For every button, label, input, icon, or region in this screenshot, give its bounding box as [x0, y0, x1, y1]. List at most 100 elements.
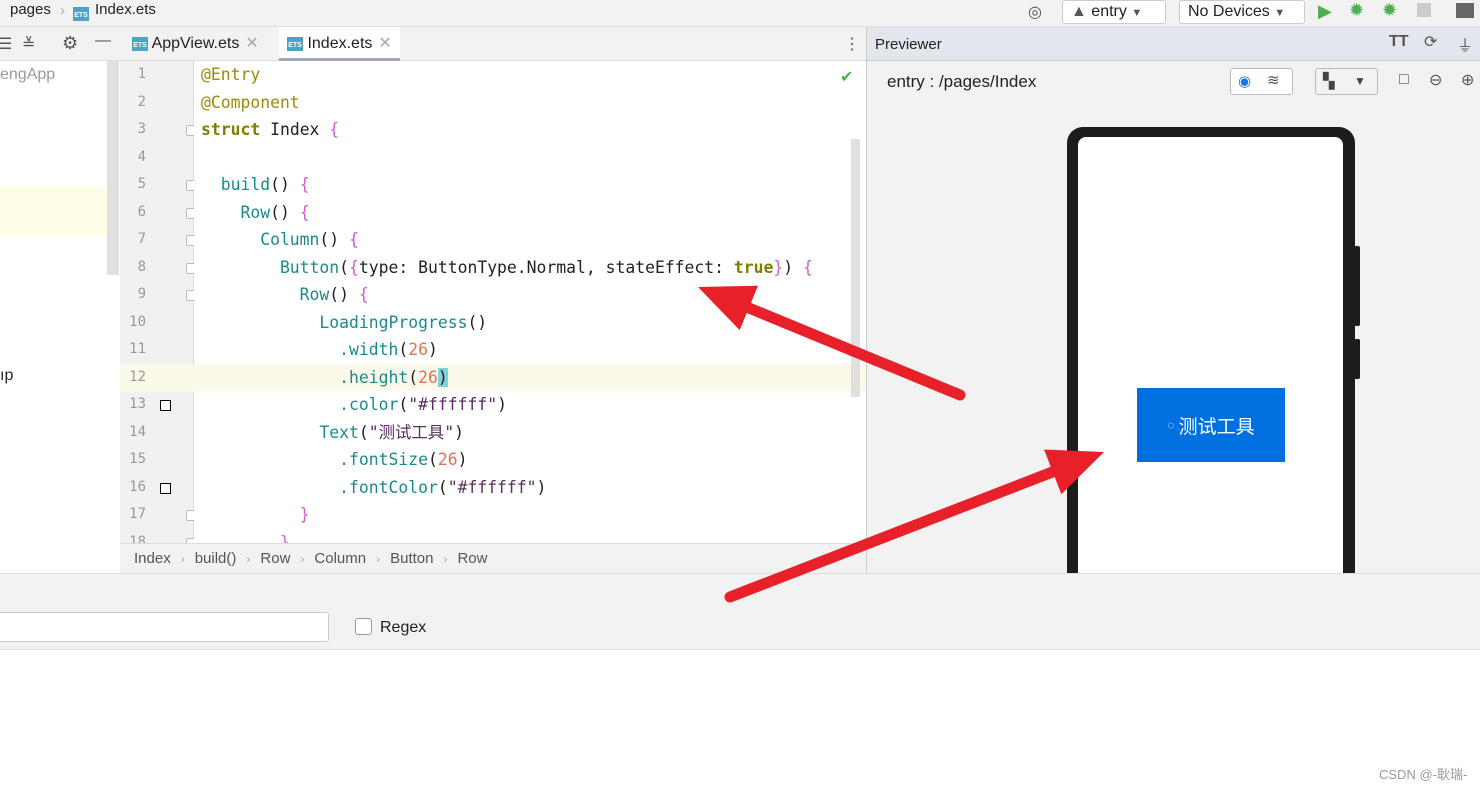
code-line[interactable]: } [201, 501, 310, 529]
close-icon[interactable]: ✕ [378, 35, 391, 52]
structure-breadcrumb: Index › build() › Row › Column › Button › Row [120, 543, 866, 573]
stop-icon[interactable] [1417, 3, 1431, 17]
code-editor[interactable]: ✔ @Entry @Component struct Index { build()… [194, 61, 866, 543]
line-number: 10 [129, 313, 146, 330]
chevron-right-icon: › [443, 552, 448, 566]
code-token: ) [454, 422, 464, 442]
color-swatch-icon[interactable] [160, 482, 171, 494]
target-icon[interactable]: ◎ [1028, 2, 1042, 22]
device-layout-select[interactable]: ▚ ▼ [1315, 68, 1378, 95]
search-input[interactable] [0, 612, 329, 642]
chevron-right-icon: › [246, 552, 251, 566]
code-token: () [319, 230, 350, 249]
inspector-icon[interactable]: ◉ [1238, 72, 1251, 90]
chevron-down-icon: ▼ [1354, 74, 1366, 88]
breadcrumb-pages[interactable]: pages [10, 1, 51, 18]
code-token: () [270, 202, 300, 222]
zoom-in-icon[interactable]: ⊕ [1461, 70, 1474, 90]
breadcrumb-item[interactable]: build() [195, 550, 237, 567]
project-structure-icon[interactable] [1456, 3, 1474, 18]
code-token: "#ffffff" [408, 395, 498, 414]
collapse-all-icon[interactable]: ≚ [22, 34, 35, 54]
watermark: CSDN @-耿瑞- [1379, 767, 1468, 782]
code-token: Row [201, 285, 330, 304]
breadcrumb-file[interactable]: Index.ets [95, 1, 156, 18]
code-line[interactable]: } [201, 529, 290, 544]
project-toolbar: ☰ ≚ ⚙ — [0, 27, 120, 61]
font-size-icon[interactable]: TT [1389, 33, 1409, 51]
code-token: Column [201, 230, 320, 249]
debug-icon[interactable]: ✹ [1349, 0, 1364, 21]
code-token: () [329, 285, 359, 304]
attach-debugger-icon[interactable]: ✹ [1382, 0, 1397, 21]
tab-index[interactable]: ETS Index.ets ✕ [279, 27, 400, 61]
breadcrumb-item[interactable]: Row [457, 550, 487, 567]
code-token: { [803, 257, 813, 277]
scrollbar[interactable] [107, 61, 119, 275]
regex-checkbox[interactable] [355, 618, 372, 635]
code-line[interactable]: LoadingProgress() [201, 309, 487, 337]
code-line[interactable]: @Entry [201, 61, 260, 89]
gear-icon[interactable]: ⚙ [62, 33, 78, 54]
breadcrumb-item[interactable]: Column [314, 550, 366, 567]
code-token: @Entry [201, 65, 261, 84]
regex-label: Regex [380, 619, 427, 636]
code-token: Row [201, 202, 271, 222]
run-icon[interactable]: ▶ [1318, 1, 1332, 22]
line-number: 4 [137, 148, 146, 165]
refresh-icon[interactable]: ⟳ [1424, 32, 1437, 52]
tab-appview[interactable]: ETS AppView.ets ✕ [124, 27, 267, 61]
tab-label: Index.ets [307, 35, 373, 52]
chevron-right-icon: › [376, 552, 381, 566]
code-line[interactable]: .fontSize(26) [201, 446, 467, 474]
module-select[interactable]: ▲ entry ▼ [1062, 0, 1166, 24]
code-line[interactable]: build() { [201, 171, 310, 199]
editor-scrollbar[interactable] [851, 139, 860, 397]
zoom-out-icon[interactable]: ⊖ [1429, 70, 1442, 90]
code-line[interactable]: .height(26) [201, 364, 448, 392]
code-token: ( [408, 367, 419, 387]
more-options-icon[interactable]: ⋮ [844, 34, 860, 54]
device-label: No Devices [1188, 3, 1270, 20]
code-line[interactable]: @Component [201, 89, 300, 117]
code-token: { [299, 202, 310, 222]
phone-button [1354, 246, 1360, 326]
minimize-icon[interactable]: — [95, 32, 111, 50]
code-line[interactable]: .fontColor("#ffffff") [201, 474, 546, 502]
previewer-title: Previewer [875, 36, 942, 53]
code-token: } [773, 257, 784, 277]
code-line[interactable]: Row() { [201, 281, 369, 309]
code-line[interactable]: Text("测试工具") [201, 419, 464, 447]
plug-icon[interactable]: ⏚ [1457, 32, 1473, 56]
code-line[interactable]: Row() { [201, 199, 310, 227]
expand-all-icon[interactable]: ☰ [0, 34, 12, 54]
code-line[interactable]: Column() { [201, 226, 359, 254]
close-icon[interactable]: ✕ [245, 35, 258, 52]
tab-label: AppView.ets [151, 35, 240, 52]
editor-tabs: ETS AppView.ets ✕ ETS Index.ets ✕ ⋮ [120, 27, 866, 61]
preview-button-text: 测试工具 [1178, 416, 1255, 438]
layers-icon[interactable]: ≋ [1267, 71, 1280, 89]
code-token: .width [201, 340, 399, 359]
code-line[interactable]: .width(26) [201, 336, 438, 364]
breadcrumb-item[interactable]: Row [260, 550, 290, 567]
preview-button[interactable]: ◌ 测试工具 [1137, 388, 1285, 462]
code-line[interactable]: Button({type: ButtonType.Normal, stateEf… [201, 254, 813, 282]
code-line[interactable]: .color("#ffffff") [201, 391, 507, 419]
breadcrumb-item[interactable]: Button [390, 550, 433, 567]
code-token: build [201, 175, 271, 194]
tree-item[interactable]: ıp [0, 367, 13, 385]
line-number: 5 [137, 176, 146, 192]
line-number: 14 [129, 423, 146, 440]
line-number: 9 [137, 286, 146, 302]
breadcrumb-item[interactable]: Index [134, 550, 171, 567]
module-icon: ▲ [1071, 3, 1087, 20]
project-root[interactable]: engApp [0, 66, 55, 84]
code-line[interactable]: struct Index { [201, 116, 339, 144]
fit-screen-icon[interactable]: □ [1399, 71, 1409, 89]
device-select[interactable]: No Devices ▼ [1179, 0, 1305, 24]
color-swatch-icon[interactable] [160, 400, 171, 411]
code-token: ) [497, 395, 507, 414]
code-token: .color [201, 395, 399, 414]
phone-button [1354, 339, 1360, 379]
